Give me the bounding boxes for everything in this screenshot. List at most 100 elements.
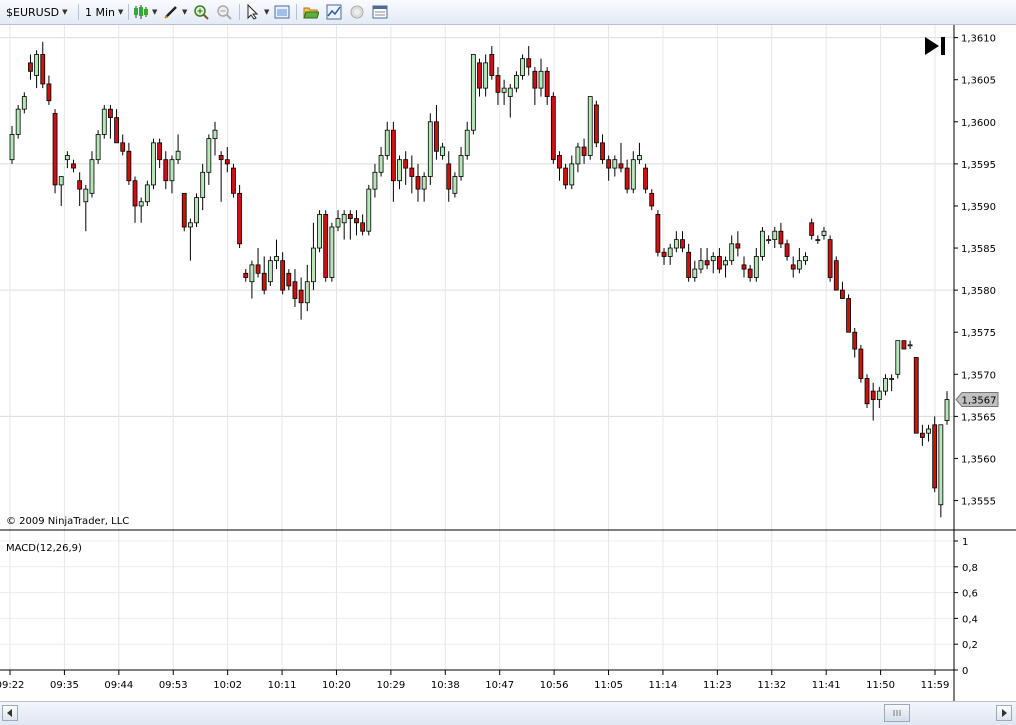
- macd-tick-label: 0,4: [962, 614, 978, 625]
- toolbar-divider: [239, 4, 240, 20]
- candle-body: [883, 378, 888, 392]
- candle-body: [649, 192, 655, 207]
- candle-body: [489, 54, 495, 76]
- candle-body: [563, 167, 569, 186]
- play-icon: [925, 37, 939, 55]
- candle-body: [28, 62, 33, 72]
- candle-body: [151, 142, 156, 186]
- interval-label: 1 Min: [85, 5, 116, 19]
- x-tick-label: 11:50: [866, 680, 895, 691]
- candle-body: [200, 171, 206, 198]
- candle-body: [181, 192, 187, 228]
- candle-body: [895, 340, 901, 375]
- candle-body: [938, 424, 944, 506]
- folder-open-icon: [303, 4, 319, 20]
- load-template-button[interactable]: [303, 3, 319, 21]
- candle-body: [40, 54, 46, 85]
- candle-body: [532, 70, 538, 89]
- candle-body: [821, 230, 827, 236]
- scroll-left-button[interactable]: [2, 705, 18, 721]
- candle-body: [194, 197, 199, 224]
- pencil-draw-icon: [163, 4, 179, 20]
- candle-body: [114, 117, 119, 144]
- candle-body: [304, 281, 310, 304]
- zoom-in-button[interactable]: [193, 3, 209, 21]
- candle-body: [926, 428, 931, 434]
- properties-button[interactable]: [372, 3, 388, 21]
- candle-body: [267, 260, 273, 283]
- time-axis: 09:22 09:35 09:44 09:53 10:02 10:11 10:20 10:29…: [0, 669, 954, 691]
- drawing-tools-button[interactable]: ▼: [163, 3, 187, 21]
- data-box-button[interactable]: [274, 3, 290, 21]
- pointer-button[interactable]: ▼: [245, 3, 269, 21]
- candle-body: [101, 108, 107, 135]
- candle-body: [876, 390, 882, 400]
- candle-body: [667, 247, 673, 257]
- candle-body: [354, 218, 359, 224]
- grip-icon: [893, 710, 901, 716]
- candle-body: [544, 70, 550, 97]
- data-box-icon: [274, 4, 290, 20]
- x-tick-label: 09:22: [0, 680, 24, 691]
- candle-body: [673, 239, 679, 249]
- chevron-down-icon: ▼: [182, 8, 188, 16]
- candle-body: [858, 348, 864, 379]
- x-tick-label: 11:41: [812, 680, 841, 691]
- macd-tick-label: 0,8: [962, 563, 978, 574]
- candle-body: [212, 129, 218, 140]
- candle-body: [329, 226, 335, 278]
- y-tick-label: 1,3560: [961, 454, 996, 465]
- candle-body: [311, 247, 316, 283]
- candle-body: [501, 87, 507, 93]
- candle-body: [538, 70, 544, 89]
- candle-body: [360, 222, 366, 232]
- candle-body: [237, 192, 242, 245]
- last-price-label: 1,3567: [962, 396, 997, 407]
- candle-body: [680, 239, 685, 249]
- candle-body: [274, 256, 279, 262]
- candle-body: [458, 155, 464, 177]
- indicators-button[interactable]: [326, 3, 342, 21]
- horizontal-scrollbar[interactable]: [0, 701, 1016, 725]
- candle-body: [846, 298, 851, 333]
- interval-selector[interactable]: 1 Min ▼: [85, 3, 123, 21]
- candle-body: [409, 167, 415, 177]
- candle-body: [366, 188, 372, 232]
- candle-body: [772, 230, 778, 241]
- y-tick-label: 1,3585: [961, 244, 996, 255]
- candle-body: [655, 213, 661, 253]
- y-tick-label: 1,3580: [961, 286, 996, 297]
- y-tick-label: 1,3570: [961, 370, 996, 381]
- strategy-button[interactable]: [349, 3, 365, 21]
- instrument-selector[interactable]: $EURUSD ▼: [6, 3, 68, 21]
- zoom-out-button[interactable]: [216, 3, 232, 21]
- candle-body: [403, 159, 409, 169]
- candle-body: [163, 159, 169, 182]
- candle-body: [464, 129, 470, 156]
- price-chart[interactable]: 1,3610 1,3605 1,3600 1,3595 1,3590 1,3585 1,35…: [0, 25, 1016, 701]
- x-tick-label: 10:02: [213, 680, 242, 691]
- candle-body: [390, 129, 396, 182]
- macd-tick-label: 0,6: [962, 589, 978, 600]
- scrollbar-thumb[interactable]: [884, 704, 910, 722]
- scroll-right-button[interactable]: [996, 705, 1012, 721]
- chart-style-button[interactable]: ▼: [133, 3, 157, 21]
- candle-body: [612, 159, 618, 169]
- candle-body: [593, 104, 599, 144]
- chart-toolbar: $EURUSD ▼ 1 Min ▼ ▼ ▼ ▼: [0, 0, 1016, 25]
- candle-body: [833, 260, 839, 291]
- candle-body: [624, 167, 630, 190]
- candle-body: [280, 260, 286, 291]
- candle-body: [600, 142, 605, 161]
- candle-body: [944, 399, 950, 421]
- candle-body: [477, 62, 482, 89]
- x-tick-label: 09:35: [50, 680, 79, 691]
- candle-body: [815, 239, 821, 242]
- candle-body: [132, 180, 138, 207]
- y-tick-label: 1,3605: [961, 76, 996, 87]
- candle-body: [784, 243, 790, 257]
- candle-body: [704, 260, 710, 266]
- candle-body: [717, 256, 722, 270]
- candle-body: [249, 264, 255, 283]
- candle-body: [483, 62, 489, 89]
